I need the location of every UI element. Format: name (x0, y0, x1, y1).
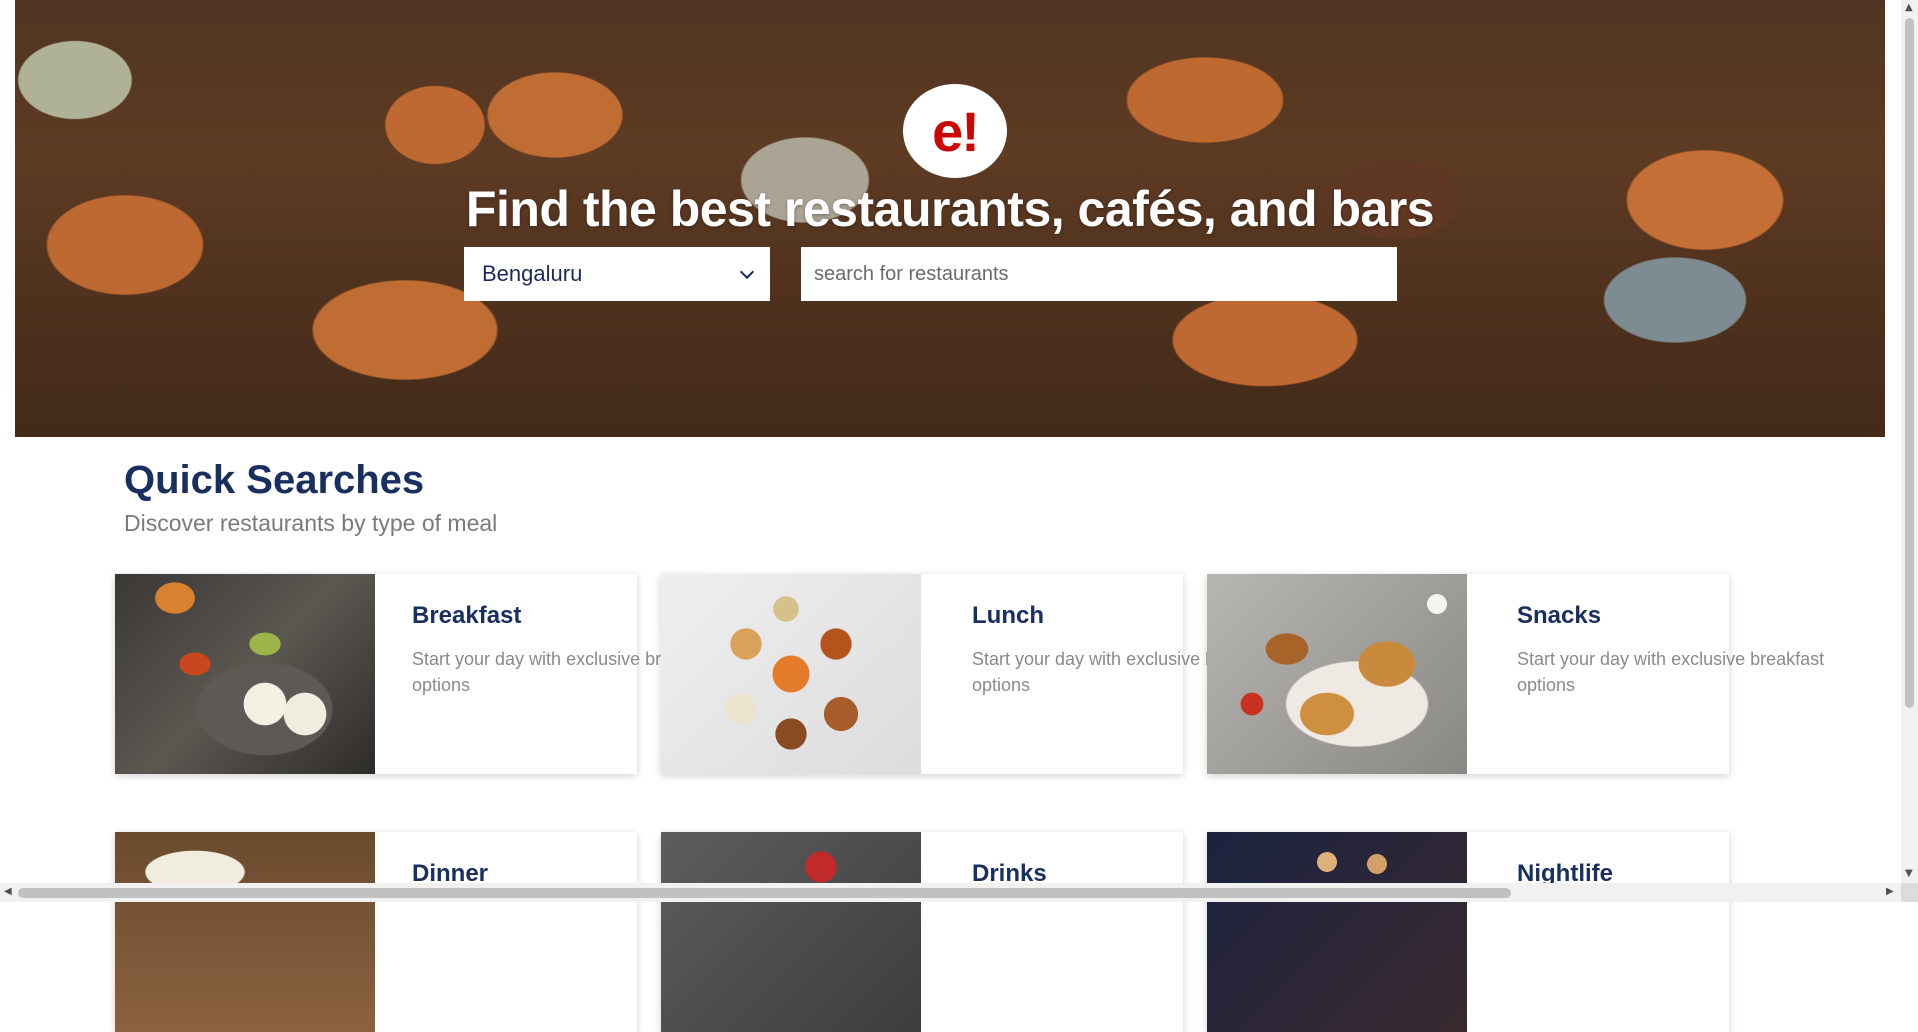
scrollbar-corner (1901, 883, 1918, 902)
scroll-left-arrow-icon[interactable]: ◀ (4, 886, 12, 897)
lunch-image (661, 574, 921, 774)
vertical-scroll-thumb[interactable] (1905, 18, 1914, 708)
card-title: Snacks (1517, 602, 1602, 629)
quick-search-card-breakfast[interactable]: Breakfast Start your day with exclusive … (115, 574, 719, 774)
hero-headline: Find the best restaurants, cafés, and ba… (465, 181, 1435, 237)
drinks-image (661, 832, 921, 1032)
nightlife-image (1207, 832, 1467, 1032)
brand-logo[interactable]: e! (903, 84, 1007, 178)
card-title: Lunch (972, 602, 1044, 629)
scroll-up-arrow-icon[interactable]: ▲ (1905, 2, 1913, 13)
vertical-scrollbar[interactable]: ▲ ▼ (1901, 0, 1918, 883)
quick-search-card-snacks[interactable]: Snacks Start your day with exclusive bre… (1207, 574, 1824, 774)
quick-searches-subtitle: Discover restaurants by type of meal (124, 510, 498, 536)
quick-search-card-lunch[interactable]: Lunch Start your day with exclusive brea… (661, 574, 1279, 774)
horizontal-scroll-thumb[interactable] (18, 888, 1511, 898)
restaurant-search-input[interactable]: search for restaurants (801, 247, 1397, 301)
breakfast-image (115, 574, 375, 774)
quick-search-card-nightlife[interactable]: Nightlife (1207, 832, 1729, 1032)
snacks-image (1207, 574, 1467, 774)
chevron-down-icon (739, 264, 755, 280)
search-placeholder: search for restaurants (814, 262, 1009, 285)
quick-search-card-drinks[interactable]: Drinks (661, 832, 1183, 1032)
scroll-down-arrow-icon[interactable]: ▼ (1905, 868, 1913, 879)
scroll-right-arrow-icon[interactable]: ▶ (1886, 886, 1894, 897)
logo-text: e! (932, 99, 980, 163)
card-title: Breakfast (412, 602, 522, 629)
dinner-image (115, 832, 375, 1032)
location-selected-value: Bengaluru (482, 261, 583, 286)
quick-search-card-dinner[interactable]: Dinner (115, 832, 637, 1032)
card-description: Start your day with exclusive breakfast … (1517, 649, 1825, 695)
quick-searches-title: Quick Searches (124, 458, 425, 502)
horizontal-scrollbar[interactable]: ◀ ▶ (0, 883, 1901, 902)
hero-banner: e! Find the best restaurants, cafés, and… (15, 0, 1885, 437)
location-select[interactable]: Bengaluru (464, 247, 770, 301)
